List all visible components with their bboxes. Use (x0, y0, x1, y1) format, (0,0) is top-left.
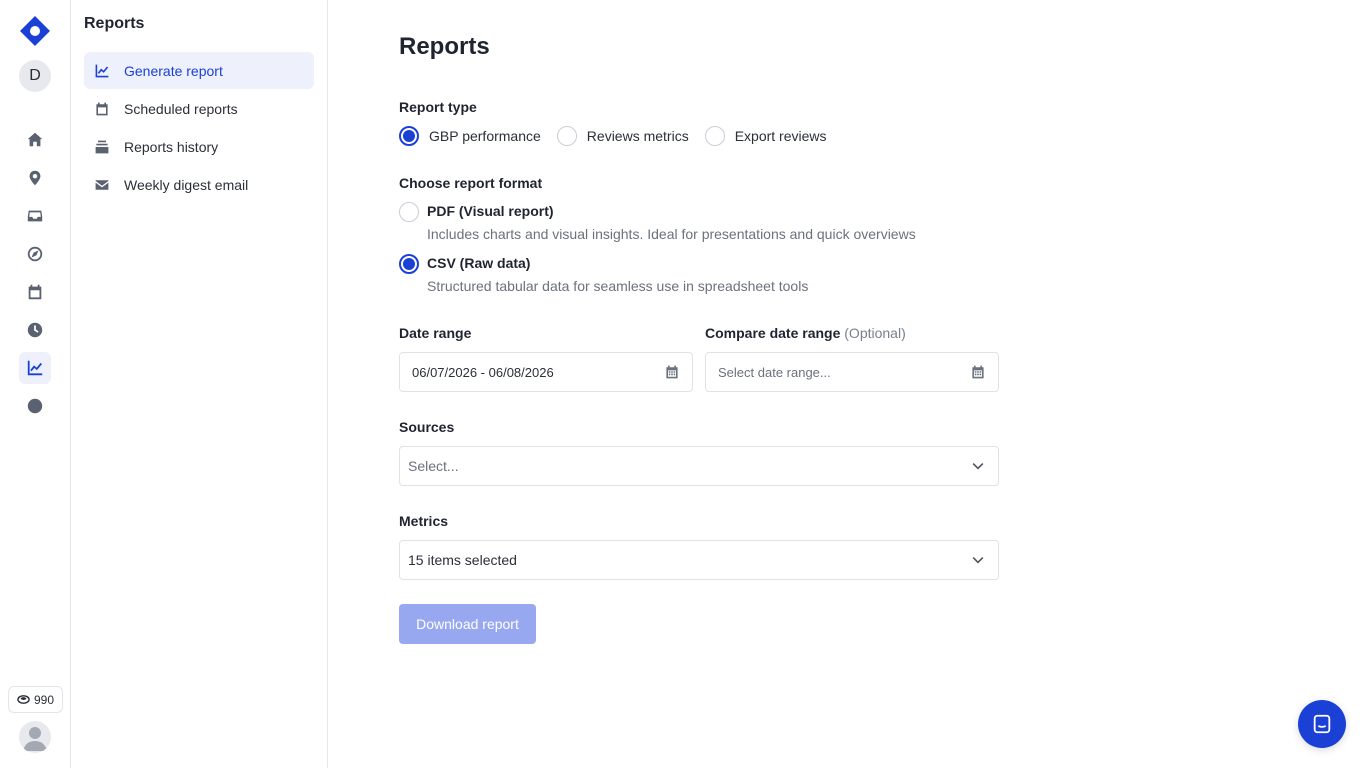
report-format-label: Choose report format (399, 175, 543, 191)
reports-sidebar: Reports Generate report Scheduled report… (72, 0, 328, 768)
user-avatar[interactable] (19, 721, 51, 753)
report-type-group: GBP performance Reviews metrics Export r… (399, 126, 843, 146)
sidebar-item-label: Scheduled reports (124, 100, 238, 117)
sidebar-item-generate-report[interactable]: Generate report (84, 52, 314, 89)
chat-launcher-button[interactable] (1298, 700, 1346, 748)
page-title: Reports (399, 33, 490, 60)
radio-button[interactable] (399, 254, 419, 274)
calendar-icon[interactable] (19, 276, 51, 308)
compass-icon[interactable] (19, 238, 51, 270)
radio-button[interactable] (399, 202, 419, 222)
radio-button[interactable] (399, 126, 419, 146)
home-icon[interactable] (19, 124, 51, 156)
sidebar-item-label: Generate report (124, 62, 223, 79)
compare-date-range-input[interactable]: Select date range... (705, 352, 999, 392)
format-title: PDF (Visual report) (427, 203, 554, 219)
date-range-value: 06/07/2026 - 06/08/2026 (412, 364, 554, 380)
workspace-avatar[interactable]: D (19, 60, 51, 92)
download-report-button[interactable]: Download report (399, 604, 536, 644)
format-option-csv[interactable]: CSV (Raw data) Structured tabular data f… (399, 254, 809, 294)
metrics-label: Metrics (399, 513, 449, 529)
location-pin-icon[interactable] (19, 162, 51, 194)
calendar-icon[interactable] (970, 364, 986, 380)
chart-line-icon[interactable] (19, 352, 51, 384)
inbox-icon[interactable] (19, 200, 51, 232)
credits-badge[interactable]: 990 (8, 686, 63, 713)
coin-icon (17, 695, 30, 704)
clock-icon[interactable] (19, 314, 51, 346)
report-type-reviews-metrics[interactable]: Reviews metrics (556, 126, 689, 146)
compare-date-range-label: Compare date range (Optional) (705, 325, 906, 341)
sources-placeholder: Select... (408, 458, 459, 474)
radio-label: GBP performance (429, 128, 541, 144)
optional-hint: (Optional) (844, 325, 906, 341)
sources-select[interactable]: Select... (399, 446, 999, 486)
report-type-export-reviews[interactable]: Export reviews (704, 126, 827, 146)
radio-label: Reviews metrics (586, 128, 689, 144)
calendar-icon (96, 102, 108, 115)
report-type-gbp-performance[interactable]: GBP performance (399, 126, 541, 146)
format-option-pdf[interactable]: PDF (Visual report) Includes charts and … (399, 202, 916, 242)
format-title: CSV (Raw data) (427, 255, 531, 271)
sidebar-item-weekly-digest-email[interactable]: Weekly digest email (84, 166, 314, 203)
metrics-value: 15 items selected (408, 552, 517, 568)
radio-button[interactable] (704, 126, 725, 146)
sidebar-item-label: Reports history (124, 138, 219, 155)
globe-icon[interactable] (19, 390, 51, 422)
radio-button[interactable] (556, 126, 577, 146)
sidebar-item-label: Weekly digest email (124, 176, 249, 193)
radio-label: Export reviews (734, 128, 827, 144)
stack-icon (95, 140, 109, 153)
chevron-down-icon (972, 463, 984, 470)
date-range-label: Date range (399, 325, 472, 341)
user-icon (23, 727, 47, 751)
format-description: Structured tabular data for seamless use… (427, 278, 809, 294)
sidebar-title: Reports (84, 15, 145, 32)
format-description: Includes charts and visual insights. Ide… (427, 226, 916, 242)
envelope-icon (95, 179, 109, 190)
icon-rail: D 990 (0, 0, 71, 768)
report-type-label: Report type (399, 99, 477, 115)
metrics-select[interactable]: 15 items selected (399, 540, 999, 580)
sidebar-item-reports-history[interactable]: Reports history (84, 128, 314, 165)
calendar-icon[interactable] (664, 364, 680, 380)
chat-icon (1313, 714, 1331, 734)
compare-date-range-placeholder: Select date range... (718, 364, 831, 380)
main-content: Reports Report type GBP performance Revi… (399, 0, 999, 768)
compare-label-text: Compare date range (705, 325, 841, 341)
sidebar-item-scheduled-reports[interactable]: Scheduled reports (84, 90, 314, 127)
logo-icon[interactable] (19, 15, 51, 47)
chart-line-icon (95, 64, 109, 77)
date-range-input[interactable]: 06/07/2026 - 06/08/2026 (399, 352, 693, 392)
chevron-down-icon (972, 557, 984, 564)
sources-label: Sources (399, 419, 455, 435)
credits-count: 990 (33, 692, 55, 707)
